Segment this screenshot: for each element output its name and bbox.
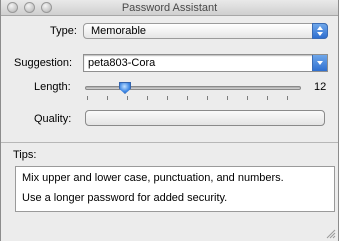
divider (1, 142, 338, 143)
tips-label: Tips: (13, 149, 37, 161)
slider-tick (287, 96, 288, 100)
tip-line: Mix upper and lower case, punctuation, a… (22, 172, 284, 184)
length-slider-track[interactable] (85, 86, 301, 90)
resize-grip-icon[interactable] (324, 227, 336, 239)
slider-tick (187, 96, 188, 100)
slider-tick (87, 96, 88, 100)
slider-tick (167, 96, 168, 100)
slider-tick (267, 96, 268, 100)
popup-arrows-icon (312, 23, 328, 39)
slider-tick (107, 96, 108, 100)
tip-line: Use a longer password for added security… (22, 192, 228, 204)
length-label: Length: (34, 81, 71, 93)
window-title: Password Assistant (121, 2, 218, 14)
slider-tick (127, 96, 128, 100)
tips-box: Mix upper and lower case, punctuation, a… (15, 166, 335, 212)
quality-label: Quality: (34, 113, 72, 125)
title-bar: Password Assistant (1, 0, 338, 16)
type-label: Type: (50, 25, 77, 37)
length-slider-knob[interactable] (119, 82, 131, 94)
suggestion-combobox[interactable]: peta803-Cora (83, 54, 328, 72)
suggestion-value: peta803-Cora (88, 57, 156, 69)
window-footer (1, 219, 338, 241)
slider-tick (147, 96, 148, 100)
quality-meter (85, 110, 325, 126)
type-value: Memorable (91, 25, 147, 37)
password-assistant-window: Password Assistant Type: Memorable Sugge… (0, 0, 339, 241)
chevron-down-icon[interactable] (312, 55, 327, 71)
length-value: 12 (314, 81, 327, 93)
suggestion-label: Suggestion: (14, 57, 73, 69)
slider-tick (227, 96, 228, 100)
slider-tick (247, 96, 248, 100)
type-popup[interactable]: Memorable (83, 23, 328, 39)
slider-tick (207, 96, 208, 100)
